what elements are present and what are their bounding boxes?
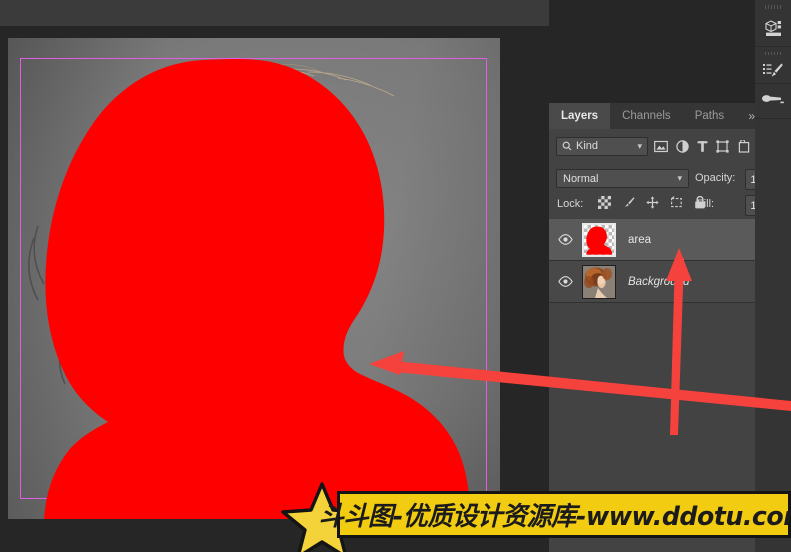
filter-kind-select[interactable]: Kind ▾ xyxy=(556,136,648,156)
tab-layers[interactable]: Layers xyxy=(549,103,611,129)
collapsed-panel-strip xyxy=(755,0,791,552)
tab-layers-label: Layers xyxy=(561,110,599,122)
tab-channels[interactable]: Channels xyxy=(610,103,683,129)
eye-icon xyxy=(558,234,573,245)
lock-label: Lock: xyxy=(557,198,584,210)
shape-layer-filter-icon[interactable] xyxy=(716,139,729,153)
brush-tool-icon[interactable] xyxy=(755,84,791,114)
thumbnail-red-silhouette xyxy=(586,226,613,255)
panel-group-3d[interactable] xyxy=(755,0,791,47)
layer-name[interactable]: area xyxy=(628,234,651,246)
type-layer-filter-icon[interactable] xyxy=(697,140,708,153)
photoshop-window: Layers Channels Paths » Kind ▾ Normal ▾ … xyxy=(0,0,791,552)
lock-image-pixels-icon[interactable] xyxy=(622,196,635,209)
document-canvas[interactable] xyxy=(8,38,500,519)
layer-thumbnail[interactable] xyxy=(582,264,616,299)
thumbnail-portrait-photo xyxy=(583,265,615,298)
lock-position-icon[interactable] xyxy=(646,196,659,209)
eye-icon xyxy=(558,276,573,287)
blend-mode-select[interactable]: Normal ▾ xyxy=(556,169,689,188)
filter-type-icons xyxy=(654,139,750,153)
chevron-down-icon[interactable]: ▾ xyxy=(637,141,642,152)
opacity-label: Opacity: xyxy=(695,172,736,184)
panel-group-brush-tool[interactable] xyxy=(755,84,791,119)
adjustment-layer-filter-icon[interactable] xyxy=(676,139,689,153)
blend-mode-value: Normal xyxy=(563,172,599,185)
red-silhouette-selection xyxy=(44,59,470,519)
lock-artboard-nesting-icon[interactable] xyxy=(670,196,683,209)
search-icon xyxy=(562,141,572,151)
filter-kind-label: Kind xyxy=(576,140,599,152)
layer-thumbnail[interactable] xyxy=(582,222,616,257)
pixel-layer-filter-icon[interactable] xyxy=(654,140,668,153)
expand-panels-icon[interactable]: » xyxy=(748,109,755,123)
tab-channels-label: Channels xyxy=(622,110,671,122)
panel-group-brush-presets[interactable] xyxy=(755,47,791,84)
layer-visibility-toggle[interactable] xyxy=(549,234,582,245)
workspace xyxy=(0,38,549,552)
3d-panel-icon[interactable] xyxy=(755,13,791,43)
panel-drag-grip[interactable] xyxy=(765,5,781,9)
chevron-down-icon[interactable]: ▾ xyxy=(677,173,682,184)
layer-name[interactable]: Background xyxy=(628,276,689,288)
tab-paths-label: Paths xyxy=(694,110,725,122)
tab-paths[interactable]: Paths xyxy=(682,103,737,129)
layer-visibility-toggle[interactable] xyxy=(549,276,582,287)
fill-label: Fill: xyxy=(697,198,715,210)
brush-presets-icon[interactable] xyxy=(755,59,791,83)
panel-drag-grip[interactable] xyxy=(765,52,781,56)
lock-transparent-pixels-icon[interactable] xyxy=(598,196,611,209)
smart-object-filter-icon[interactable] xyxy=(737,139,750,153)
lock-icons xyxy=(598,196,706,209)
